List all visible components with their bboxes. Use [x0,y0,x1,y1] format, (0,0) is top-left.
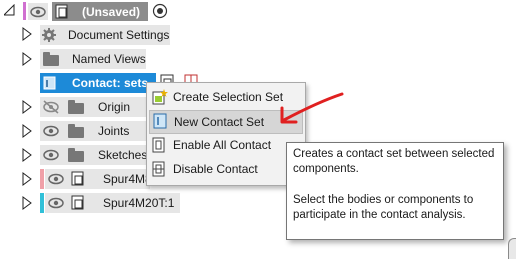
document-icon [55,4,68,19]
expand-arrow-document-settings[interactable] [22,27,32,44]
tree-item-sketches[interactable]: Sketches [40,145,150,165]
folder-icon [43,52,59,66]
tree-item-label: Contact: sets [72,76,149,90]
component-icon [71,195,84,210]
expand-triangle-icon [22,52,32,66]
expand-arrow-joints[interactable] [22,124,32,141]
tree-item-origin[interactable]: Origin [40,97,150,117]
eye-hidden-icon[interactable] [42,100,60,114]
tooltip-description: Creates a contact set between selected c… [293,148,495,175]
tree-item-named-views[interactable]: Named Views [40,49,146,69]
expand-arrow-named-views[interactable] [22,52,32,69]
tree-item-label: Joints [98,124,130,138]
activate-radio-icon[interactable] [152,3,168,19]
root-label: (Unsaved) [82,5,141,19]
tree-item-label: Spur4M20T:1 [103,196,175,210]
menu-item-enable-all-contact[interactable]: Enable All Contact [149,134,301,156]
annotation-arrow-icon [280,92,344,124]
menu-item-label: Create Selection Set [173,90,284,104]
expand-triangle-icon [22,148,32,162]
enable-contact-icon [152,137,165,153]
tooltip-instruction: Select the bodies or components to parti… [293,194,474,221]
expand-triangle-icon [22,27,32,41]
tree-item-spur4m20t[interactable]: Spur4M20T:1 [45,193,180,213]
component-icon [71,171,84,186]
expand-arrow-sketches[interactable] [22,148,32,165]
eye-icon[interactable] [42,148,60,162]
new-contact-set-icon [153,113,167,129]
root-pill[interactable]: (Unsaved) [52,2,148,21]
root-collapse-arrow[interactable] [2,3,16,16]
expand-arrow-spur4m8t[interactable] [22,172,32,189]
eye-icon[interactable] [47,172,65,186]
tree-item-spur4m8t[interactable]: Spur4M8T:1 [45,169,168,189]
tree-item-label: Origin [98,100,131,114]
menu-item-label: Disable Contact [173,162,258,176]
component-color-tag [40,193,44,213]
expand-triangle-icon [22,100,32,114]
tree-item-document-settings[interactable]: Document Settings [40,25,170,45]
gear-icon [42,28,56,42]
menu-item-label: New Contact Set [174,115,265,129]
selection-set-icon [152,89,168,105]
disable-contact-icon [152,161,165,177]
tree-item-label: Document Settings [68,28,170,42]
tooltip: Creates a contact set between selected c… [286,142,504,240]
tree-item-joints[interactable]: Joints [40,121,150,141]
folder-icon [68,124,84,138]
folder-icon [68,148,84,162]
expand-triangle-icon [22,124,32,138]
root-color-tag [23,2,26,20]
tree-item-label: Sketches [98,148,148,162]
menu-item-label: Enable All Contact [173,138,272,152]
root-eye-icon[interactable] [28,3,48,20]
eye-icon[interactable] [42,124,60,138]
component-color-tag [40,169,44,189]
tree-item-contact-sets[interactable]: Contact: sets [40,73,156,93]
collapse-triangle-icon [2,3,15,16]
tree-item-label: Named Views [72,52,146,66]
expand-arrow-spur4m20t[interactable] [22,196,32,213]
expand-triangle-icon [22,172,32,186]
eye-icon[interactable] [47,196,65,210]
folder-icon [68,100,84,114]
expand-arrow-origin[interactable] [22,100,32,117]
expand-triangle-icon [22,196,32,210]
contact-set-icon [43,76,56,90]
menu-item-disable-contact[interactable]: Disable Contact [149,158,301,180]
